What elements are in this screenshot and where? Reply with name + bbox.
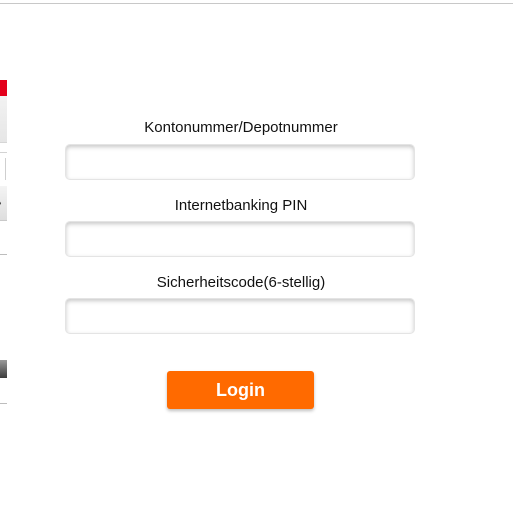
security-code-field[interactable] [65, 298, 415, 334]
pin-label: Internetbanking PIN [174, 197, 308, 214]
account-number-field[interactable] [65, 144, 415, 180]
login-button[interactable]: Login [167, 371, 314, 409]
security-code-label: Sicherheitscode(6-stellig) [156, 274, 326, 291]
login-page: › Kontonummer/Depotnummer Internetbankin… [0, 0, 513, 524]
account-number-label: Kontonummer/Depotnummer [144, 119, 338, 136]
pin-field[interactable] [65, 221, 415, 257]
login-form: Kontonummer/Depotnummer Internetbanking … [0, 0, 513, 524]
